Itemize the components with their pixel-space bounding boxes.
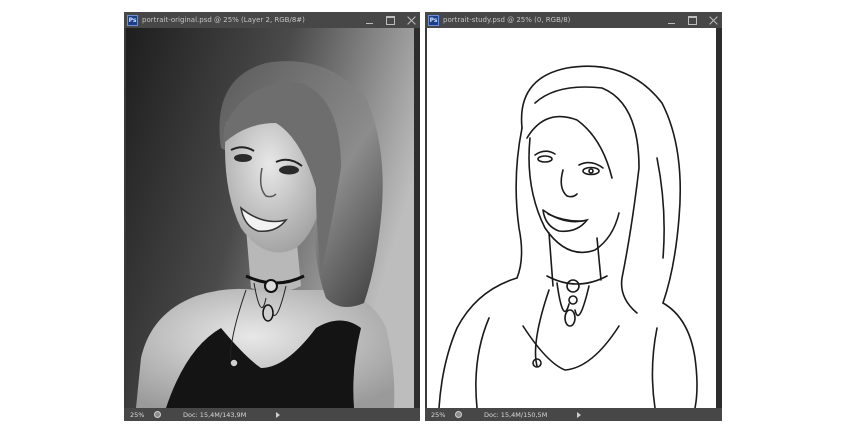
maximize-icon[interactable] <box>386 15 395 25</box>
portrait-line-drawing <box>438 65 698 408</box>
image-canvas-sketch[interactable] <box>427 28 716 408</box>
close-icon[interactable] <box>407 16 416 25</box>
status-bar: 25% Doc: 15,4M/143,9M <box>124 408 420 421</box>
minimize-icon[interactable] <box>365 16 374 25</box>
zoom-level[interactable]: 25% <box>130 411 152 419</box>
photoshop-icon: Ps <box>428 14 439 26</box>
photoshop-icon: Ps <box>127 14 138 26</box>
image-canvas-photo[interactable] <box>126 28 414 408</box>
document-size-info: Doc: 15,4M/143,9M <box>183 410 247 419</box>
zoom-level[interactable]: 25% <box>431 411 453 419</box>
status-arrow-icon[interactable] <box>577 411 582 418</box>
document-title: portrait-original.psd @ 25% (Layer 2, RG… <box>142 16 305 24</box>
status-bar: 25% Doc: 15,4M/150,5M <box>425 408 722 421</box>
close-icon[interactable] <box>709 16 718 25</box>
minimize-icon[interactable] <box>667 16 676 25</box>
window-titlebar[interactable]: Ps portrait-study.psd @ 25% (0, RGB/8) <box>425 12 722 28</box>
vertical-scrollbar[interactable] <box>414 28 420 408</box>
document-window-original[interactable]: Ps portrait-original.psd @ 25% (Layer 2,… <box>124 12 420 421</box>
status-menu-icon[interactable] <box>154 411 161 418</box>
status-arrow-icon[interactable] <box>276 411 281 418</box>
maximize-icon[interactable] <box>688 15 697 25</box>
status-menu-icon[interactable] <box>455 411 462 418</box>
vertical-scrollbar[interactable] <box>716 28 722 408</box>
document-title: portrait-study.psd @ 25% (0, RGB/8) <box>443 16 571 24</box>
window-titlebar[interactable]: Ps portrait-original.psd @ 25% (Layer 2,… <box>124 12 420 28</box>
portrait-photo <box>126 28 414 408</box>
document-size-info: Doc: 15,4M/150,5M <box>484 410 548 419</box>
document-window-study[interactable]: Ps portrait-study.psd @ 25% (0, RGB/8) 2… <box>425 12 722 421</box>
